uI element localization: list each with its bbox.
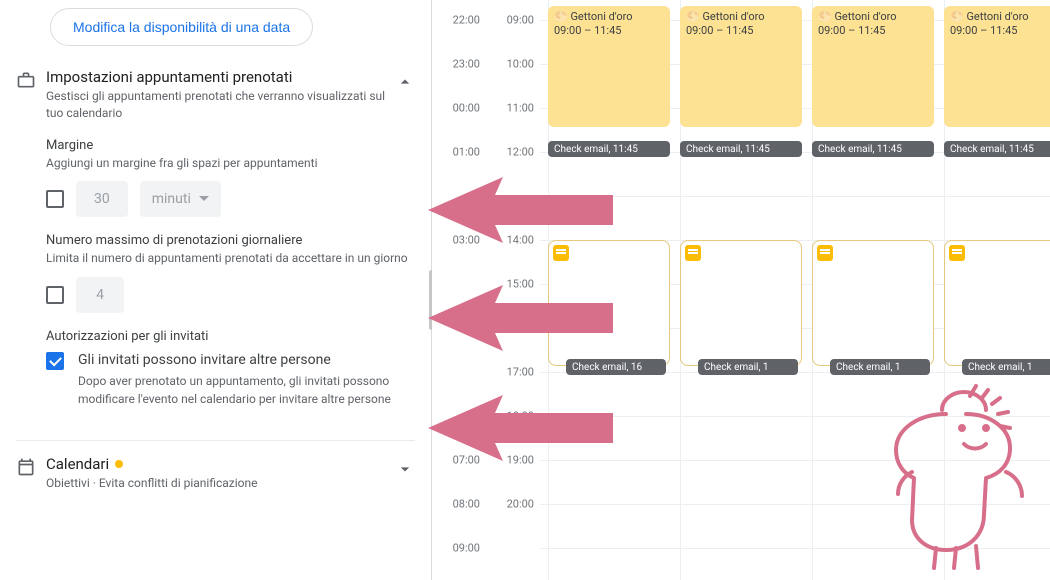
event-gettoni-oro[interactable]: 🌕 Gettoni d'oro09:00 – 11:45 xyxy=(548,6,670,127)
chevron-down-icon xyxy=(199,194,209,204)
availability-slot[interactable] xyxy=(812,240,934,366)
event-check-email-1145[interactable]: Check email, 11:45 xyxy=(944,141,1050,157)
modify-availability-button[interactable]: Modifica la disponibilità di una data xyxy=(50,8,313,46)
time-label: 20:00 xyxy=(490,498,534,511)
expand-icon[interactable] xyxy=(395,455,415,483)
guests-can-invite-checkbox[interactable] xyxy=(46,352,64,370)
availability-slot[interactable] xyxy=(548,240,670,366)
event-check-email-16[interactable]: Check email, 1 xyxy=(830,359,930,375)
calendar-grid: 22:00 23:00 00:00 01:00 03:00 07:00 08:00 09:00… xyxy=(432,0,1050,580)
event-gettoni-oro[interactable]: 🌕 Gettoni d'oro09:00 – 11:45 xyxy=(812,6,934,127)
time-axis-right: 09:00 10:00 11:00 12:00 14:00 15:00 16:00 17:00… xyxy=(486,0,540,580)
time-label: 16:00 xyxy=(490,322,534,335)
time-label: 15:00 xyxy=(490,278,534,291)
calendari-subtitle: Obiettivi · Evita conflitti di pianifica… xyxy=(46,475,257,492)
availability-slot[interactable] xyxy=(680,240,802,366)
time-label: 14:00 xyxy=(490,234,534,247)
event-check-email-1145[interactable]: Check email, 11:45 xyxy=(548,141,670,157)
margin-group: Margine Aggiungi un margine fra gli spaz… xyxy=(46,138,415,218)
margin-unit-select[interactable]: minuti xyxy=(140,181,221,217)
divider xyxy=(16,440,415,441)
perm-option-title: Gli invitati possono invitare altre pers… xyxy=(78,352,415,368)
event-check-email-1145[interactable]: Check email, 11:45 xyxy=(680,141,802,157)
time-label: 09:00 xyxy=(436,542,480,555)
briefcase-icon xyxy=(16,68,46,416)
max-value-input[interactable]: 4 xyxy=(76,277,124,313)
guest-permissions-group: Autorizzazioni per gli invitati Gli invi… xyxy=(46,329,415,408)
booked-settings-section: Impostazioni appuntamenti prenotati Gest… xyxy=(16,58,415,424)
time-label: 19:00 xyxy=(490,454,534,467)
slot-calendar-icon xyxy=(817,245,833,261)
calendar-color-dot xyxy=(115,460,123,468)
time-label: 09:00 xyxy=(490,14,534,27)
availability-slot[interactable] xyxy=(944,240,1050,366)
max-bookings-group: Numero massimo di prenotazioni giornalie… xyxy=(46,233,415,313)
event-gettoni-oro[interactable]: 🌕 Gettoni d'oro09:00 – 11:45 xyxy=(944,6,1050,127)
slot-calendar-icon xyxy=(949,245,965,261)
margin-checkbox[interactable] xyxy=(46,190,64,208)
margin-title: Margine xyxy=(46,138,415,153)
perms-heading: Autorizzazioni per gli invitati xyxy=(46,329,415,344)
time-label: 23:00 xyxy=(436,58,480,71)
time-axis-left: 22:00 23:00 00:00 01:00 03:00 07:00 08:00 09:00 xyxy=(432,0,486,580)
perm-option-desc: Dopo aver prenotato un appuntamento, gli… xyxy=(78,372,415,408)
event-check-email-16[interactable]: Check email, 1 xyxy=(962,359,1050,375)
margin-value-input[interactable]: 30 xyxy=(76,181,128,217)
time-label: 11:00 xyxy=(490,102,534,115)
max-checkbox[interactable] xyxy=(46,286,64,304)
settings-sidebar: Modifica la disponibilità di una data Im… xyxy=(0,0,432,580)
max-title: Numero massimo di prenotazioni giornalie… xyxy=(46,233,415,248)
margin-desc: Aggiungi un margine fra gli spazi per ap… xyxy=(46,155,415,172)
collapse-icon[interactable] xyxy=(395,68,415,96)
time-label: 00:00 xyxy=(436,102,480,115)
calendari-section[interactable]: Calendari Obiettivi · Evita conflitti di… xyxy=(16,445,415,500)
time-label: 17:00 xyxy=(490,366,534,379)
time-label: 07:00 xyxy=(436,454,480,467)
time-label: 01:00 xyxy=(436,146,480,159)
calendar-days-area[interactable]: 🌕 Gettoni d'oro09:00 – 11:45 Check email,… xyxy=(540,0,1050,580)
booked-subtitle: Gestisci gli appuntamenti prenotati che … xyxy=(46,88,387,122)
time-label: 22:00 xyxy=(436,14,480,27)
event-check-email-1145[interactable]: Check email, 11:45 xyxy=(812,141,934,157)
time-label: 18:00 xyxy=(490,410,534,423)
event-check-email-16[interactable]: Check email, 16 xyxy=(566,359,666,375)
time-label: 10:00 xyxy=(490,58,534,71)
booked-title: Impostazioni appuntamenti prenotati xyxy=(46,68,387,86)
event-check-email-16[interactable]: Check email, 1 xyxy=(698,359,798,375)
time-label: 03:00 xyxy=(436,234,480,247)
max-desc: Limita il numero di appuntamenti prenota… xyxy=(46,250,415,267)
calendari-title: Calendari xyxy=(46,455,257,473)
time-label: 12:00 xyxy=(490,146,534,159)
event-gettoni-oro[interactable]: 🌕 Gettoni d'oro09:00 – 11:45 xyxy=(680,6,802,127)
calendar-icon xyxy=(16,455,46,492)
slot-calendar-icon xyxy=(685,245,701,261)
time-label: 08:00 xyxy=(436,498,480,511)
slot-calendar-icon xyxy=(553,245,569,261)
